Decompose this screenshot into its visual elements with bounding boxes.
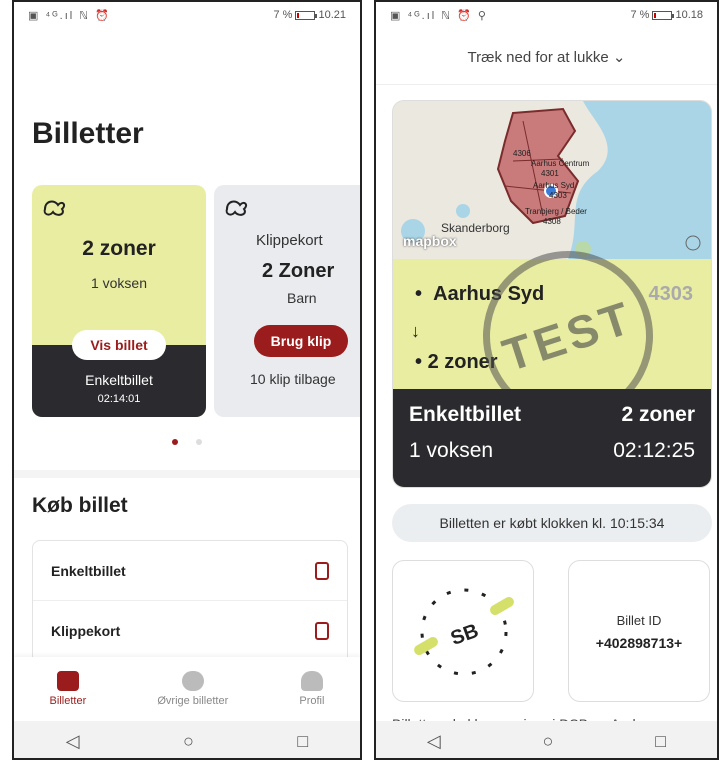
back-icon[interactable]: ◁ bbox=[66, 731, 80, 752]
card-passengers: 1 voksen bbox=[90, 275, 148, 291]
status-time: 10.21 bbox=[318, 9, 346, 21]
billet-id-box: Billet ID +402898713+ bbox=[568, 560, 710, 702]
map-label: Aarhus Syd bbox=[533, 181, 575, 190]
ticket-icon bbox=[315, 561, 329, 580]
card-zones: 2 Zoner bbox=[262, 260, 335, 282]
chevron-down-icon: ⌄ bbox=[612, 49, 626, 66]
bottom-nav: Billetter Øvrige billetter Profil bbox=[14, 657, 360, 721]
mapbox-logo: mapbox bbox=[403, 233, 457, 249]
buy-item-label: Klippekort bbox=[51, 622, 121, 639]
buy-item-enkeltbillet[interactable]: Enkeltbillet bbox=[33, 541, 347, 601]
ticket-zones: 2 zoner bbox=[621, 403, 695, 426]
buy-ticket-heading: Køb billet bbox=[32, 494, 128, 517]
buy-item-klippekort[interactable]: Klippekort bbox=[33, 601, 347, 661]
ticket-footer: Enkeltbillet 2 zoner 1 voksen 02:12:25 bbox=[393, 389, 711, 487]
battery-icon bbox=[652, 10, 675, 20]
card-ticket-type: Enkeltbillet bbox=[85, 372, 153, 388]
ticket-passengers: 1 voksen bbox=[409, 439, 494, 462]
nav-profile[interactable]: Profil bbox=[299, 671, 324, 707]
show-ticket-button[interactable]: Vis billet bbox=[72, 330, 166, 360]
card-passengers: Barn bbox=[287, 290, 317, 306]
section-divider bbox=[14, 470, 360, 478]
active-ticket: 4306 Aarhus Centrum 4301 Aarhus Syd 4303… bbox=[392, 100, 712, 488]
ticket-card-enkeltbillet[interactable]: 2 zoner 1 voksen Enkeltbillet 02:14:01 V… bbox=[32, 185, 206, 417]
clips-remaining: 10 klip tilbage bbox=[250, 371, 336, 387]
back-icon[interactable]: ◁ bbox=[427, 731, 441, 752]
ticket-card-klippekort[interactable]: Klippekort 2 Zoner Barn Brug klip 10 kli… bbox=[214, 185, 360, 417]
status-bar: ▣ ⁴ᴳ.ıl ℕ ⏰ ⚲ 7 % 10.18 bbox=[376, 2, 717, 28]
pull-to-close[interactable]: Træk ned for at lukke ⌄ bbox=[376, 48, 717, 66]
battery-icon bbox=[295, 10, 318, 20]
clip-card-icon bbox=[315, 621, 329, 640]
pull-label: Træk ned for at lukke bbox=[467, 49, 609, 66]
card-zones: 2 zoner bbox=[82, 237, 156, 260]
map-label: 4306 bbox=[513, 149, 531, 158]
sb-animation: SB bbox=[392, 560, 534, 702]
stamp-text: TEST bbox=[496, 290, 640, 382]
nav-other-label: Øvrige billetter bbox=[157, 695, 229, 707]
phone-left: ▣ ⁴ᴳ.ıl ℕ ⏰ 7 % 10.21 Billetter 2 zoner 1… bbox=[12, 0, 362, 760]
recents-icon[interactable]: □ bbox=[655, 731, 666, 752]
recents-icon[interactable]: □ bbox=[297, 731, 308, 752]
divider bbox=[376, 84, 717, 85]
arrow-down-icon: ↓ bbox=[411, 321, 420, 341]
status-icons: ▣ ⁴ᴳ.ıl ℕ ⏰ ⚲ bbox=[390, 9, 488, 22]
home-icon[interactable]: ○ bbox=[543, 731, 554, 752]
page-title: Billetter bbox=[32, 117, 144, 150]
ticket-type: Enkeltbillet bbox=[409, 403, 522, 426]
carousel-indicator bbox=[172, 439, 202, 445]
card-title: Klippekort bbox=[256, 232, 323, 249]
system-nav: ◁ ○ □ bbox=[376, 721, 717, 758]
phone-right: ▣ ⁴ᴳ.ıl ℕ ⏰ ⚲ 7 % 10.18 Træk ned for at l… bbox=[374, 0, 719, 760]
nav-other-tickets[interactable]: Øvrige billetter bbox=[157, 671, 228, 707]
nav-profile-label: Profil bbox=[299, 695, 325, 707]
nav-tickets[interactable]: Billetter bbox=[49, 671, 87, 707]
midttrafik-logo-icon bbox=[224, 197, 250, 224]
ticket-icon bbox=[56, 671, 79, 691]
buy-ticket-list: Enkeltbillet Klippekort bbox=[32, 540, 348, 670]
map-label: 4301 bbox=[541, 169, 559, 178]
compass-icon bbox=[181, 671, 204, 691]
zone-map[interactable]: 4306 Aarhus Centrum 4301 Aarhus Syd 4303… bbox=[393, 101, 711, 259]
ticket-timer: 02:12:25 bbox=[613, 439, 695, 462]
person-icon bbox=[300, 671, 323, 691]
status-right: 7 % 10.21 bbox=[274, 9, 347, 21]
battery-level: 7 % bbox=[630, 9, 650, 21]
card-timer: 02:14:01 bbox=[97, 393, 141, 405]
status-time: 10.18 bbox=[675, 9, 703, 21]
status-right: 7 % 10.18 bbox=[631, 9, 704, 21]
purchase-time: Billetten er købt klokken kl. 10:15:34 bbox=[392, 504, 712, 542]
status-icons: ▣ ⁴ᴳ.ıl ℕ ⏰ bbox=[28, 9, 111, 22]
use-clip-button[interactable]: Brug klip bbox=[254, 325, 348, 357]
battery-level: 7 % bbox=[273, 9, 293, 21]
map-label: 4308 bbox=[543, 217, 561, 226]
buy-item-label: Enkeltbillet bbox=[51, 562, 126, 579]
route-from-code: 4303 bbox=[648, 283, 694, 305]
nav-tickets-label: Billetter bbox=[49, 695, 87, 707]
map-label: Aarhus Centrum bbox=[531, 159, 590, 168]
status-bar: ▣ ⁴ᴳ.ıl ℕ ⏰ 7 % 10.21 bbox=[14, 2, 360, 28]
map-label: Tranbjerg / Beder bbox=[525, 207, 587, 216]
carousel-dot-active bbox=[172, 439, 178, 445]
system-nav: ◁ ○ □ bbox=[14, 721, 360, 758]
sb-text: SB bbox=[448, 620, 482, 650]
carousel-dot bbox=[196, 439, 202, 445]
home-icon[interactable]: ○ bbox=[183, 731, 194, 752]
map-label: 4303 bbox=[549, 191, 567, 200]
billet-id-value: +402898713+ bbox=[595, 635, 683, 651]
midttrafik-logo-icon bbox=[42, 197, 68, 224]
billet-id-label: Billet ID bbox=[616, 613, 662, 628]
